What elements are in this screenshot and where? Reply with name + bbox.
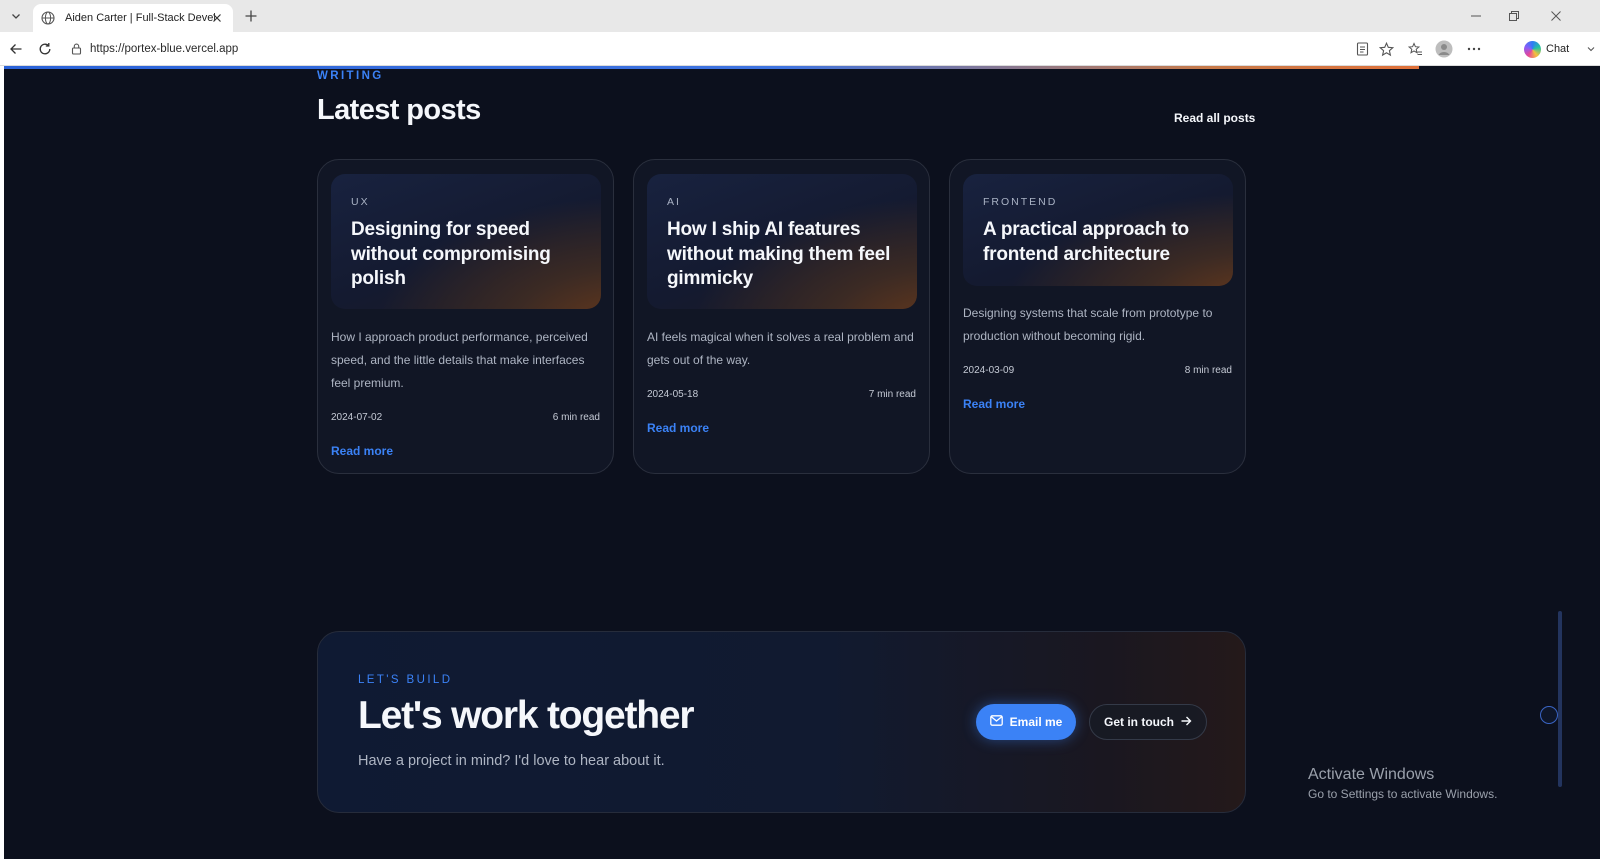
tab-title: Aiden Carter | Full-Stack Developer <box>65 12 215 24</box>
favorites-icon[interactable] <box>1405 39 1425 59</box>
contact-cta-panel: LET'S BUILD Let's work together Have a p… <box>317 631 1246 813</box>
tab-strip: Aiden Carter | Full-Stack Developer <box>0 0 1600 32</box>
post-tag: FRONTEND <box>983 196 1058 208</box>
post-title[interactable]: Designing for speed without compromising… <box>351 218 591 292</box>
post-description: AI feels magical when it solves a real p… <box>647 330 914 367</box>
read-all-posts-link[interactable]: Read all posts <box>1174 111 1255 125</box>
url-field[interactable]: https://portex-blue.vercel.app <box>64 37 1404 61</box>
post-date: 2024-07-02 <box>331 412 383 423</box>
post-card[interactable]: UX Designing for speed without compromis… <box>317 159 614 474</box>
windows-activation-watermark: Activate Windows Go to Settings to activ… <box>1308 766 1497 801</box>
back-icon[interactable] <box>6 39 26 59</box>
scroll-to-top-handle[interactable] <box>1540 706 1558 724</box>
mail-icon <box>989 715 1003 729</box>
post-card[interactable]: AI How I ship AI features without making… <box>633 159 930 474</box>
post-date: 2024-03-09 <box>963 365 1015 376</box>
email-me-button[interactable]: Email me <box>976 704 1076 740</box>
post-read-time: 6 min read <box>552 412 600 423</box>
page-viewport: WRITING Latest posts Read all posts UX D… <box>4 66 1600 859</box>
minimize-icon[interactable] <box>1462 6 1490 26</box>
post-read-time: 8 min read <box>1184 365 1232 376</box>
favorite-star-icon[interactable] <box>1376 39 1396 59</box>
cta-subtitle: Have a project in mind? I'd love to hear… <box>358 753 665 769</box>
read-more-link[interactable]: Read more <box>647 421 709 435</box>
post-card-hero: FRONTEND A practical approach to fronten… <box>963 174 1233 286</box>
scroll-progress-bar <box>4 66 1419 69</box>
close-tab-icon[interactable] <box>209 10 225 26</box>
cta-kicker: LET'S BUILD <box>358 674 453 686</box>
get-in-touch-label: Get in touch <box>1104 715 1174 729</box>
new-tab-icon[interactable] <box>240 6 262 26</box>
email-me-label: Email me <box>1009 715 1063 729</box>
chevron-down-icon[interactable] <box>1585 39 1597 59</box>
active-tab[interactable]: Aiden Carter | Full-Stack Developer <box>33 4 233 32</box>
post-tag: UX <box>351 196 370 208</box>
post-card-hero: AI How I ship AI features without making… <box>647 174 917 309</box>
profile-avatar-icon[interactable] <box>1434 39 1454 59</box>
lock-icon[interactable] <box>68 41 84 57</box>
copilot-chat-button[interactable]: Chat <box>1524 39 1569 59</box>
post-title[interactable]: A practical approach to frontend archite… <box>983 218 1223 267</box>
post-date: 2024-05-18 <box>647 389 699 400</box>
watermark-subtitle: Go to Settings to activate Windows. <box>1308 787 1498 801</box>
close-window-icon[interactable] <box>1542 6 1570 26</box>
globe-icon <box>41 10 57 26</box>
read-more-link[interactable]: Read more <box>963 397 1025 411</box>
reload-icon[interactable] <box>35 39 55 59</box>
read-more-link[interactable]: Read more <box>331 444 393 458</box>
scrollbar[interactable] <box>1558 611 1562 787</box>
cta-heading: Let's work together <box>358 694 695 737</box>
post-tag: AI <box>667 196 681 208</box>
post-read-time: 7 min read <box>868 389 916 400</box>
reader-view-icon[interactable] <box>1352 39 1372 59</box>
post-description: How I approach product performance, perc… <box>331 330 588 390</box>
latest-posts-heading: Latest posts <box>317 94 481 126</box>
copilot-icon <box>1524 40 1541 58</box>
tab-list-dropdown-icon[interactable] <box>5 6 27 26</box>
watermark-title: Activate Windows <box>1308 766 1435 783</box>
post-card-hero: UX Designing for speed without compromis… <box>331 174 601 309</box>
post-card[interactable]: FRONTEND A practical approach to fronten… <box>949 159 1246 474</box>
get-in-touch-button[interactable]: Get in touch <box>1089 704 1207 740</box>
writing-kicker: WRITING <box>317 70 384 82</box>
more-options-icon[interactable] <box>1464 39 1484 59</box>
arrow-right-icon <box>1181 715 1192 729</box>
post-title[interactable]: How I ship AI features without making th… <box>667 218 907 292</box>
address-bar: https://portex-blue.vercel.app Chat <box>0 32 1600 66</box>
chat-label: Chat <box>1546 43 1570 55</box>
url-text: https://portex-blue.vercel.app <box>90 43 239 55</box>
restore-icon[interactable] <box>1500 6 1528 26</box>
post-description: Designing systems that scale from protot… <box>963 306 1213 343</box>
